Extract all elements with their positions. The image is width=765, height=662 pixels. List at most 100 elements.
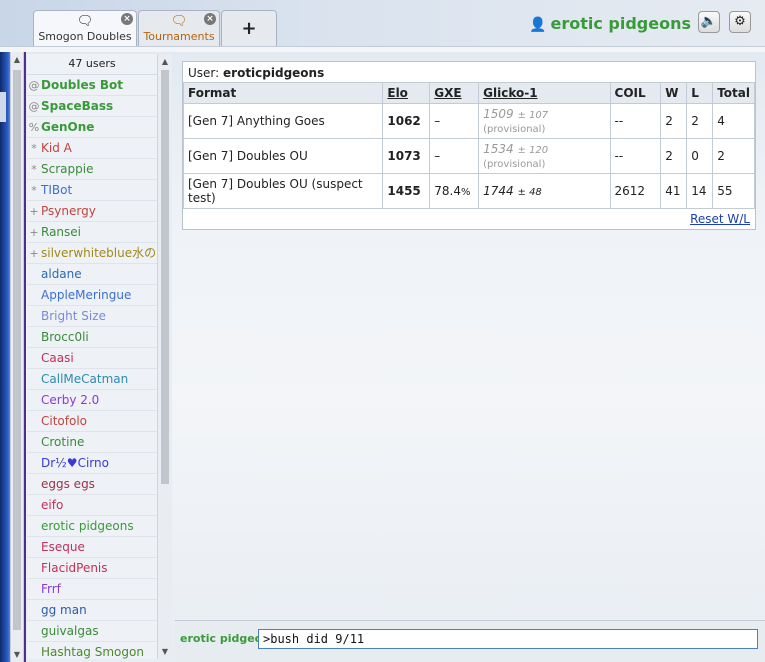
scroll-up-icon[interactable]: ▲ [12,55,22,64]
user-name: SpaceBass [41,99,114,113]
col-total: Total [712,82,755,104]
tab-tournaments[interactable]: 🗨 Tournaments × [138,10,220,46]
glicko-value: 1534 ± 120 [483,142,548,156]
user-rank: * [31,184,37,197]
table-header-row: Format Elo GXE Glicko-1 COIL W L Total [182,82,755,104]
user-list-item[interactable]: Eseque [27,537,157,558]
user-list-item[interactable]: Bright Size [27,306,157,327]
glicko-cell: 1534 ± 120 (provisional) [478,138,611,174]
wins-cell: 41 [660,173,688,209]
user-list-item[interactable]: guivalgas [27,621,157,642]
user-list-item[interactable]: Caasi [27,348,157,369]
scrollbar-thumb[interactable] [161,70,169,484]
elo-cell: 1062 [382,103,431,139]
elo-cell: 1073 [382,138,431,174]
input-username: erotic pidgeons [180,632,258,645]
reset-wl-link[interactable]: Reset W/L [690,212,750,226]
glicko-deviation: ± 120 [517,145,549,156]
table-row: [Gen 7] Anything Goes 1062– 1509 ± 107 (pro… [182,103,755,139]
user-name: Crotine [41,435,85,449]
user-list-item[interactable]: Frrf [27,579,157,600]
scrollbar[interactable]: ▲ ▼ [10,52,24,662]
user-list-item[interactable]: gg man [27,600,157,621]
tab-smogon-doubles[interactable]: 🗨 Smogon Doubles × [33,10,137,46]
user-name: Doubles Bot [41,78,124,92]
user-list-item[interactable]: % GenOne [27,117,157,138]
col-coil: COIL [609,82,662,104]
user-list-item[interactable]: + Ransei [27,222,157,243]
user-rank: * [31,163,37,176]
user-list-item[interactable]: eifo [27,495,157,516]
chat-log: User: eroticpidgeons Format Elo GXE Glic… [175,54,765,620]
user-list-item[interactable]: * Scrappie [27,159,157,180]
close-icon[interactable]: × [204,13,216,25]
total-cell: 4 [712,103,755,139]
glicko-cell: 1744 ± 48 [478,173,611,209]
user-list-item[interactable]: aldane [27,264,157,285]
add-tab-button[interactable]: + [221,10,277,46]
user-list-item[interactable]: CallMeCatman [27,369,157,390]
col-elo[interactable]: Elo [382,82,431,104]
glicko-value: 1509 ± 107 [483,107,548,121]
user-list-item[interactable]: Hashtag Smogon [27,642,157,659]
user-list-item[interactable]: erotic pidgeons [27,516,157,537]
chat-input[interactable]: >bush did 9/11 [258,629,758,649]
scrollbar-thumb[interactable] [13,70,21,630]
user-list-item[interactable]: Citofolo [27,411,157,432]
glicko-value: 1744 ± 48 [483,184,542,198]
user-name: Ransei [41,225,82,239]
scroll-down-icon[interactable]: ▼ [12,650,22,659]
user-name: FlacidPenis [41,561,108,575]
close-icon[interactable]: × [121,13,133,25]
user-list-scrollbar[interactable]: ▲ ▼ [157,54,172,659]
user-name: Scrappie [41,162,94,176]
losses-cell: 14 [686,173,714,209]
volume-button[interactable]: 🔈 [698,11,720,33]
user-list-item[interactable]: + silverwhiteblue水の [27,243,157,264]
user-name: GenOne [41,120,95,134]
user-name: Dr½♥Cirno [41,456,109,470]
total-cell: 2 [712,138,755,174]
scroll-up-icon[interactable]: ▲ [160,57,170,66]
user-list-item[interactable]: Dr½♥Cirno [27,453,157,474]
settings-button[interactable]: ⚙ [729,11,751,33]
gxe-value: – [434,114,441,128]
user-list-item[interactable]: @ SpaceBass [27,96,157,117]
user-count: 47 users [27,54,157,75]
format-cell: [Gen 7] Doubles OU (suspect test) [182,173,384,209]
coil-cell: 2612 [609,173,662,209]
col-l: L [686,82,714,104]
user-list-item[interactable]: eggs egs [27,474,157,495]
scroll-down-icon[interactable]: ▼ [160,647,170,656]
user-list-item[interactable]: Crotine [27,432,157,453]
user-list-item[interactable]: * Kid A [27,138,157,159]
col-glicko[interactable]: Glicko-1 [478,82,611,104]
user-name: eggs egs [41,477,95,491]
user-name: Caasi [41,351,74,365]
gxe-value: – [434,149,441,163]
chat-input-bar: erotic pidgeons >bush did 9/11 [175,620,765,662]
user-list-item[interactable]: AppleMeringue [27,285,157,306]
current-user[interactable]: 👤 erotic pidgeons [529,14,691,33]
gxe-cell: – [429,138,480,174]
user-list-item[interactable]: * TIBot [27,180,157,201]
gxe-unit: % [460,187,471,198]
tab-label: Tournaments [143,30,215,43]
gxe-cell: – [429,103,480,139]
user-name: guivalgas [41,624,99,638]
reset-row: Reset W/L [183,209,755,229]
format-cell: [Gen 7] Doubles OU [182,138,384,174]
gxe-cell: 78.4% [429,173,480,209]
format-cell: [Gen 7] Anything Goes [182,103,384,139]
user-name: Bright Size [41,309,106,323]
current-user-name: erotic pidgeons [550,14,691,33]
user-list-item[interactable]: @ Doubles Bot [27,75,157,96]
user-list-item[interactable]: Brocc0li [27,327,157,348]
user-list-item[interactable]: FlacidPenis [27,558,157,579]
user-list-item[interactable]: + Psynergy [27,201,157,222]
user-name: AppleMeringue [41,288,132,302]
user-name: aldane [41,267,82,281]
ladder-table: Format Elo GXE Glicko-1 COIL W L Total [… [182,82,755,209]
col-gxe[interactable]: GXE [429,82,480,104]
user-list-item[interactable]: Cerby 2.0 [27,390,157,411]
